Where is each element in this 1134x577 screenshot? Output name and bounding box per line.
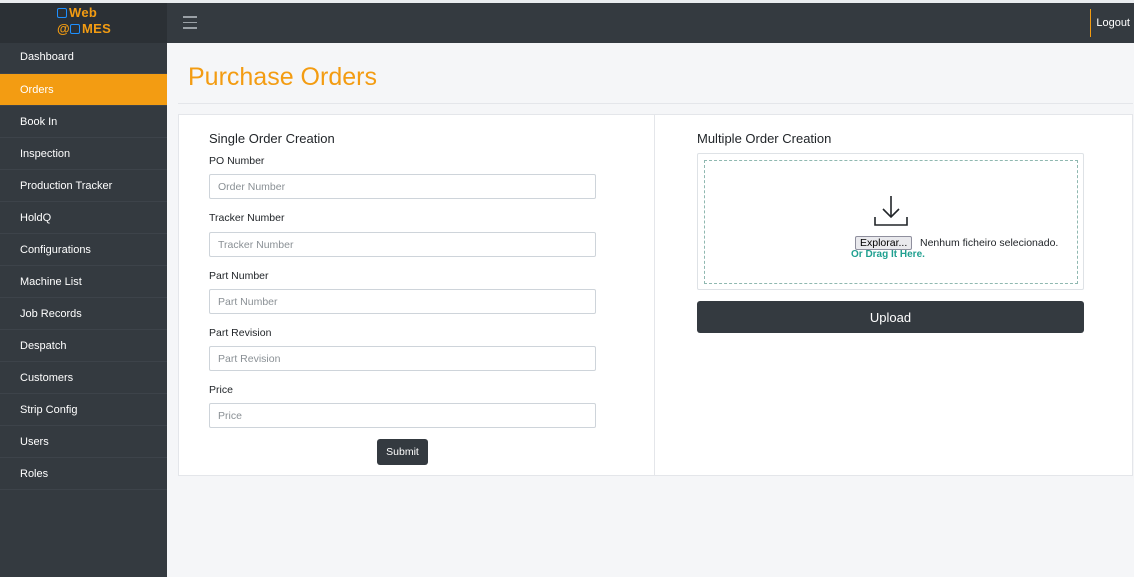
sidebar-item-customers[interactable]: Customers: [0, 362, 167, 394]
tracker-number-input[interactable]: [209, 232, 596, 257]
price-input[interactable]: [209, 403, 596, 428]
sidebar: Dashboard Orders Book In Inspection Prod…: [0, 43, 167, 577]
logo-square-icon: [57, 8, 67, 18]
sidebar-item-production-tracker[interactable]: Production Tracker: [0, 170, 167, 202]
sidebar-item-orders[interactable]: Orders: [0, 74, 167, 106]
sidebar-item-roles[interactable]: Roles: [0, 458, 167, 490]
browse-file-button[interactable]: Explorar...: [855, 236, 913, 250]
brand-logo[interactable]: Web @ MES: [0, 3, 167, 43]
sidebar-item-despatch[interactable]: Despatch: [0, 330, 167, 362]
part-number-label: Part Number: [209, 270, 269, 282]
brand-line-1: Web: [57, 5, 97, 20]
sidebar-item-machine-list[interactable]: Machine List: [0, 266, 167, 298]
sidebar-item-job-records[interactable]: Job Records: [0, 298, 167, 330]
logout-button[interactable]: Logout: [1090, 9, 1134, 37]
single-order-title: Single Order Creation: [209, 131, 335, 146]
part-revision-label: Part Revision: [209, 327, 272, 339]
title-divider: [178, 103, 1133, 104]
part-revision-input[interactable]: [209, 346, 596, 371]
hamburger-icon[interactable]: [183, 12, 197, 32]
po-number-input[interactable]: [209, 174, 596, 199]
logo-square-icon: [69, 24, 80, 34]
sidebar-item-configurations[interactable]: Configurations: [0, 234, 167, 266]
sidebar-item-strip-config[interactable]: Strip Config: [0, 394, 167, 426]
top-navbar: Web @ MES Logout: [0, 0, 1134, 43]
brand-line-2: @ MES: [57, 21, 112, 36]
multiple-order-title: Multiple Order Creation: [697, 131, 832, 146]
sidebar-item-dashboard[interactable]: Dashboard: [0, 43, 167, 74]
sidebar-item-holdq[interactable]: HoldQ: [0, 202, 167, 234]
submit-button[interactable]: Submit: [377, 439, 428, 465]
file-status-text: Nenhum ficheiro selecionado.: [920, 237, 1059, 249]
drag-hint-text: Or Drag It Here.: [851, 249, 925, 260]
download-icon: [874, 196, 908, 226]
sidebar-item-book-in[interactable]: Book In: [0, 106, 167, 138]
page-title: Purchase Orders: [188, 63, 377, 91]
sidebar-item-inspection[interactable]: Inspection: [0, 138, 167, 170]
part-number-input[interactable]: [209, 289, 596, 314]
tracker-number-label: Tracker Number: [209, 212, 285, 224]
price-label: Price: [209, 384, 233, 396]
card-column-divider: [654, 114, 655, 476]
po-number-label: PO Number: [209, 155, 265, 167]
sidebar-item-users[interactable]: Users: [0, 426, 167, 458]
upload-button[interactable]: Upload: [697, 301, 1084, 333]
